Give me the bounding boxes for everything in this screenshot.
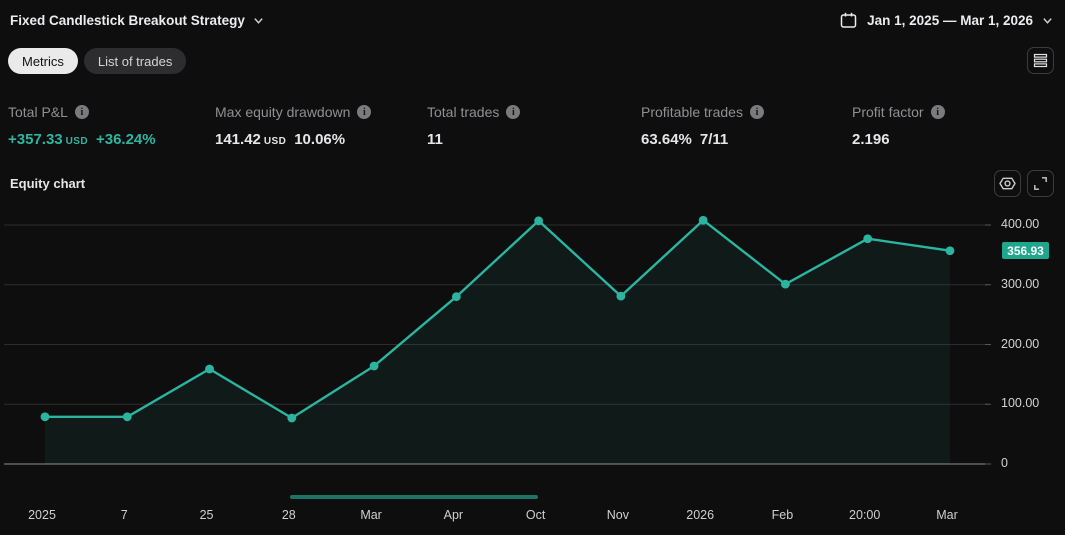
chevron-down-icon: [1042, 15, 1053, 26]
metric-profitable-trades: Profitable trades 63.64% 7/11: [641, 104, 764, 148]
x-axis-tick-label: 20:00: [849, 508, 881, 522]
metric-total-pnl: Total P&L +357.33 USD +36.24%: [8, 104, 156, 148]
panel-layout-button[interactable]: [1027, 47, 1054, 74]
data-point[interactable]: [287, 413, 297, 423]
layout-rows-icon: [1033, 53, 1048, 68]
fullscreen-icon-button[interactable]: [1027, 170, 1054, 197]
metric-label: Max equity drawdown: [215, 104, 351, 120]
metric-extra: 7/11: [699, 131, 729, 148]
data-point[interactable]: [863, 234, 873, 244]
x-axis-tick-label: Mar: [936, 508, 958, 522]
data-point[interactable]: [369, 361, 379, 371]
x-axis-tick-label: Mar: [360, 508, 382, 522]
data-point[interactable]: [534, 216, 544, 226]
strategy-tester-panel: Fixed Candlestick Breakout Strategy Jan …: [0, 0, 1065, 535]
info-icon[interactable]: [749, 105, 764, 119]
y-axis-tick-label: 400.00: [1001, 217, 1040, 231]
metric-value: 11: [427, 131, 443, 148]
metric-value: 63.64%: [641, 131, 692, 148]
y-axis-tick-label: 0: [1001, 456, 1008, 470]
data-point[interactable]: [781, 279, 790, 289]
data-point[interactable]: [122, 412, 132, 422]
expand-icon: [1033, 176, 1048, 191]
data-point[interactable]: [205, 364, 214, 374]
data-point[interactable]: [698, 215, 708, 225]
metric-value: 2.196: [852, 131, 890, 148]
tab-list-of-trades[interactable]: List of trades: [83, 48, 187, 74]
data-point[interactable]: [451, 292, 461, 302]
info-icon[interactable]: [357, 105, 372, 119]
x-axis-tick-label: Nov: [606, 508, 629, 522]
equity-chart-area[interactable]: [0, 205, 1065, 535]
x-axis-tick-label: 2026: [686, 508, 715, 522]
info-icon[interactable]: [506, 105, 521, 119]
data-point[interactable]: [616, 291, 626, 301]
x-axis-tick-label: Oct: [525, 508, 546, 522]
y-axis-tick-label: 200.00: [1001, 336, 1040, 351]
x-axis-tick-label: 2025: [28, 508, 56, 522]
y-axis-tick-label: 100.00: [1001, 396, 1040, 411]
x-axis-tick-label: 28: [281, 508, 296, 522]
metric-currency: USD: [65, 136, 88, 147]
metric-value: +357.33: [8, 131, 63, 148]
chart-settings-button[interactable]: [994, 170, 1021, 197]
calendar-icon: [839, 11, 858, 30]
x-axis-tick-label: 25: [199, 508, 214, 522]
x-axis-tick-label: Feb: [771, 508, 794, 522]
metric-label: Total P&L: [8, 104, 68, 120]
tab-metrics[interactable]: Metrics: [8, 48, 78, 74]
y-axis-tick-label: 300.00: [1001, 276, 1040, 291]
x-axis-tick-label: Apr: [443, 508, 464, 522]
equity-chart-title: Equity chart: [10, 176, 86, 191]
data-point[interactable]: [40, 412, 50, 422]
info-icon[interactable]: [74, 105, 89, 119]
metric-label: Profit factor: [852, 104, 924, 120]
view-tabs: Metrics List of trades: [8, 48, 187, 74]
tab-label: Metrics: [22, 53, 64, 69]
info-icon[interactable]: [930, 105, 945, 119]
metric-currency: USD: [263, 136, 287, 147]
strategy-title-dropdown[interactable]: Fixed Candlestick Breakout Strategy: [10, 13, 264, 28]
chart-scrollbar-handle[interactable]: [290, 495, 538, 499]
metric-label: Profitable trades: [641, 104, 743, 120]
settings-icon: [999, 175, 1016, 192]
metric-value: 141.42: [215, 131, 261, 148]
metric-profit-factor: Profit factor 2.196: [852, 104, 945, 148]
metric-total-trades: Total trades 11: [427, 104, 521, 148]
metric-label: Total trades: [427, 104, 500, 120]
date-range-label: Jan 1, 2025 — Mar 1, 2026: [867, 13, 1033, 28]
chevron-down-icon: [253, 15, 264, 26]
x-axis-tick-label: 7: [120, 508, 128, 522]
metric-extra: +36.24%: [95, 131, 156, 148]
current-value-badge: 356.93: [1002, 242, 1049, 260]
data-point[interactable]: [945, 246, 955, 256]
metric-max-drawdown: Max equity drawdown 141.42 USD 10.06%: [215, 104, 372, 148]
strategy-title: Fixed Candlestick Breakout Strategy: [10, 13, 245, 28]
metric-extra: 10.06%: [294, 131, 346, 148]
tab-label: List of trades: [97, 53, 173, 69]
equity-chart-svg[interactable]: [0, 205, 1065, 535]
date-range-picker[interactable]: Jan 1, 2025 — Mar 1, 2026: [839, 11, 1053, 30]
